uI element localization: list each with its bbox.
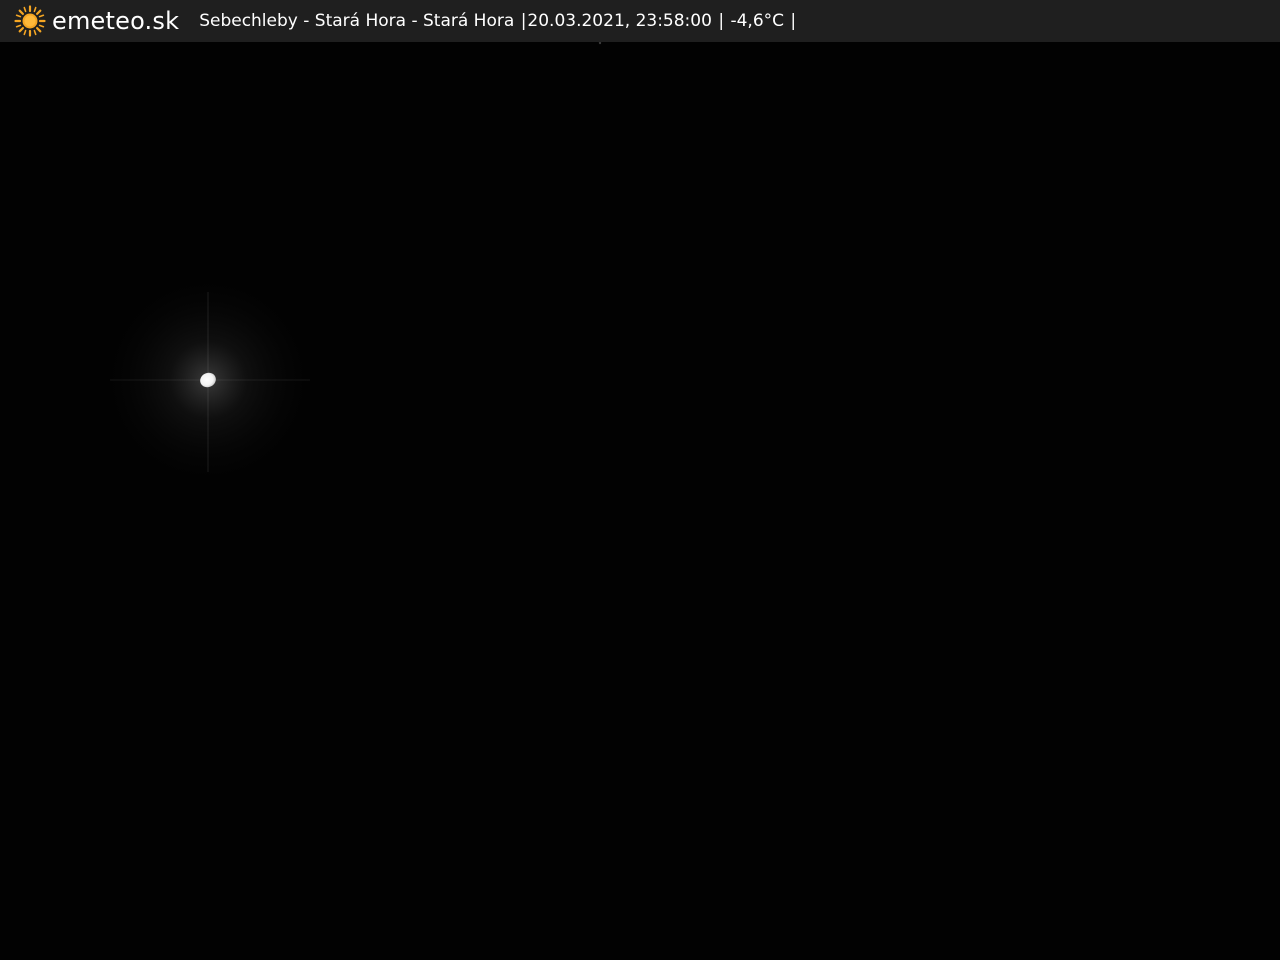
night-sky-image — [0, 42, 1280, 960]
brand-name: emeteo.sk — [52, 7, 180, 35]
sun-icon — [14, 5, 46, 37]
caption-separator: | — [520, 11, 527, 31]
caption-separator: | — [790, 11, 797, 31]
temperature-reading: -4,6°C — [730, 11, 785, 31]
webcam-caption: Sebechleby - Stará Hora - Stará Hora |20… — [199, 0, 797, 42]
sky-background — [0, 42, 1280, 960]
capture-datetime: 20.03.2021, 23:58:00 — [527, 11, 712, 31]
header-bar: emeteo.sk Sebechleby - Stará Hora - Star… — [0, 0, 1280, 42]
webcam-frame: emeteo.sk Sebechleby - Stará Hora - Star… — [0, 0, 1280, 960]
caption-separator: | — [718, 11, 725, 31]
location-name: Sebechleby - Stará Hora - Stará Hora — [199, 11, 515, 31]
night-sky-scene — [0, 42, 1280, 960]
brand-logo[interactable]: emeteo.sk — [14, 0, 179, 42]
